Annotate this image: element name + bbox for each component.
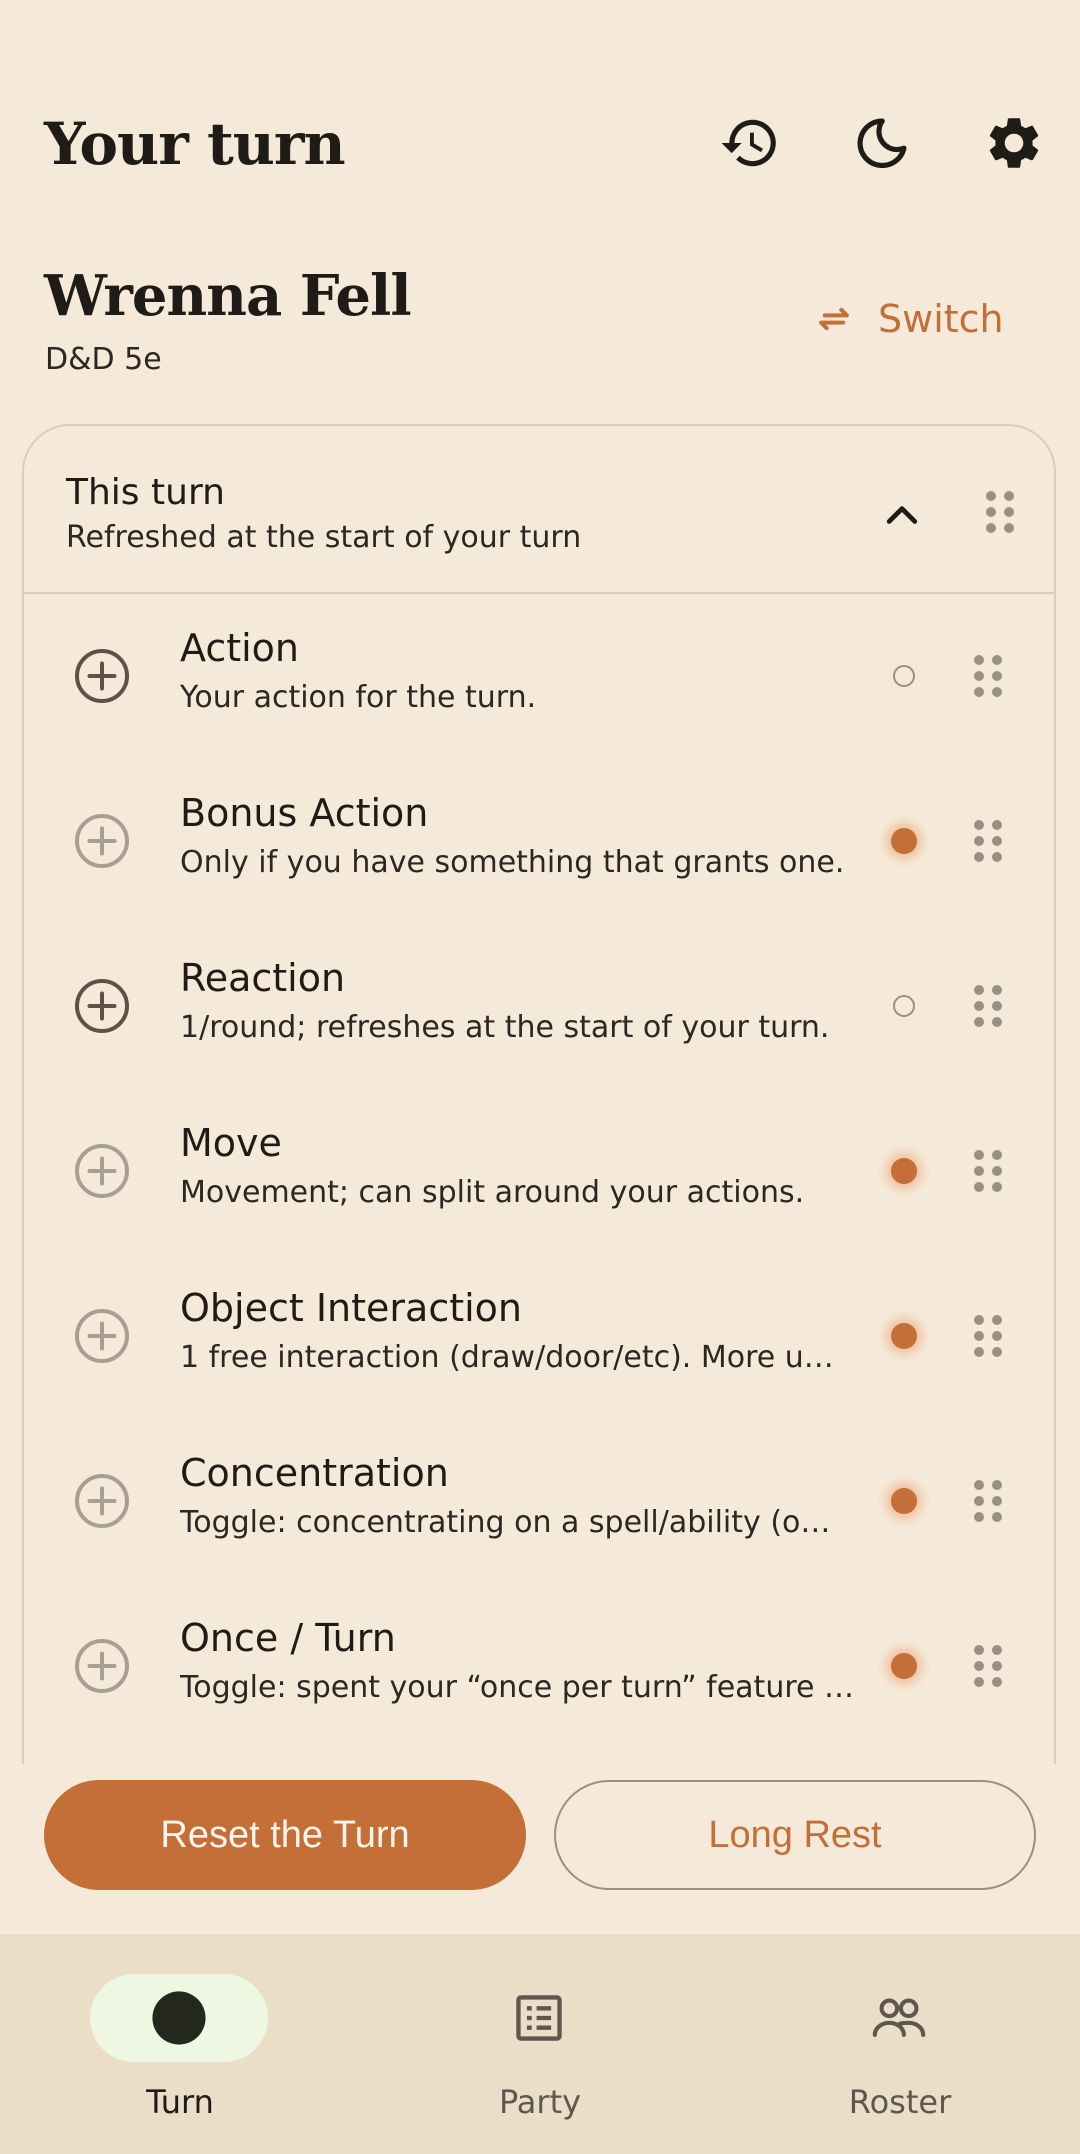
plus-circle-icon xyxy=(75,1474,129,1528)
item-description: Movement; can split around your actions. xyxy=(180,1175,805,1210)
add-button[interactable] xyxy=(72,1306,132,1366)
list-icon xyxy=(516,1995,562,2041)
switch-label: Switch xyxy=(878,297,1004,341)
section-title: This turn xyxy=(66,472,225,513)
plus-circle-icon xyxy=(75,1309,129,1363)
plus-circle-icon xyxy=(75,1144,129,1198)
item-name: Move xyxy=(180,1121,282,1165)
nav-label-turn: Turn xyxy=(146,2083,214,2121)
used-dot-icon xyxy=(891,1488,917,1514)
add-button[interactable] xyxy=(72,1636,132,1696)
item-name: Once / Turn xyxy=(180,1616,396,1660)
item-name: Object Interaction xyxy=(180,1286,522,1330)
plus-circle-icon xyxy=(75,1639,129,1693)
drag-handle-icon[interactable] xyxy=(986,490,1014,534)
nav-turn[interactable]: Turn xyxy=(30,1934,330,2154)
list-item[interactable]: Move Movement; can split around your acti… xyxy=(24,1089,1054,1254)
history-button[interactable] xyxy=(706,99,794,187)
used-dot-icon xyxy=(891,1158,917,1184)
list-item[interactable]: Object Interaction 1 free interaction (dr… xyxy=(24,1254,1054,1419)
nav-label-roster: Roster xyxy=(848,2083,952,2121)
section-header[interactable]: This turn Refreshed at the start of your… xyxy=(24,426,1054,594)
dark-mode-button[interactable] xyxy=(838,99,926,187)
list-item[interactable]: Concentration Toggle: concentrating on a … xyxy=(24,1419,1054,1584)
page-title: Your turn xyxy=(44,110,346,178)
drag-handle-icon[interactable] xyxy=(974,1149,1002,1193)
gear-icon xyxy=(989,118,1039,168)
nav-icon-wrap xyxy=(810,1974,988,2062)
drag-handle-icon[interactable] xyxy=(974,984,1002,1028)
nav-label-party: Party xyxy=(498,2083,582,2121)
drag-handle-icon[interactable] xyxy=(974,819,1002,863)
status-toggle[interactable] xyxy=(888,825,920,857)
character-name: Wrenna Fell xyxy=(44,263,412,329)
list-item[interactable]: Reaction 1/round; refreshes at the start … xyxy=(24,924,1054,1089)
status-toggle[interactable] xyxy=(888,990,920,1022)
turn-section-card: This turn Refreshed at the start of your… xyxy=(22,424,1056,1764)
collapse-button[interactable] xyxy=(876,490,928,542)
nav-roster[interactable]: Roster xyxy=(750,1934,1050,2154)
game-system: D&D 5e xyxy=(45,342,162,377)
item-description: 1 free interaction (draw/door/etc). More… xyxy=(180,1340,834,1375)
item-name: Concentration xyxy=(180,1451,449,1495)
used-dot-icon xyxy=(891,828,917,854)
add-button[interactable] xyxy=(72,1141,132,1201)
item-description: Toggle: concentrating on a spell/ability… xyxy=(180,1505,831,1540)
section-subtitle: Refreshed at the start of your turn xyxy=(66,520,582,555)
plus-circle-icon xyxy=(75,979,129,1033)
unused-dot-icon xyxy=(893,995,915,1017)
item-description: Your action for the turn. xyxy=(180,680,537,715)
drag-handle-icon[interactable] xyxy=(974,1479,1002,1523)
drag-handle-icon[interactable] xyxy=(974,1314,1002,1358)
list-item[interactable]: Once / Turn Toggle: spent your “once per … xyxy=(24,1584,1054,1749)
status-toggle[interactable] xyxy=(888,1650,920,1682)
item-name: Reaction xyxy=(180,956,346,1000)
status-toggle[interactable] xyxy=(888,1155,920,1187)
chevron-up-icon xyxy=(886,506,918,524)
list-item[interactable]: Bonus Action Only if you have something t… xyxy=(24,759,1054,924)
people-icon xyxy=(872,1998,926,2037)
drag-handle-icon[interactable] xyxy=(974,654,1002,698)
bottom-navigation: Turn Party Roster xyxy=(0,1934,1080,2154)
item-description: Only if you have something that grants o… xyxy=(180,845,845,880)
status-toggle[interactable] xyxy=(888,1485,920,1517)
item-name: Bonus Action xyxy=(180,791,429,835)
circle-icon xyxy=(152,1991,206,2045)
item-description: 1/round; refreshes at the start of your … xyxy=(180,1010,830,1045)
add-button[interactable] xyxy=(72,976,132,1036)
moon-icon xyxy=(857,118,907,169)
switch-character-button[interactable]: Switch xyxy=(812,286,1034,352)
nav-party[interactable]: Party xyxy=(390,1934,690,2154)
nav-active-indicator xyxy=(90,1974,268,2062)
add-button[interactable] xyxy=(72,811,132,871)
reset-turn-button[interactable]: Reset the Turn xyxy=(44,1780,526,1890)
add-button[interactable] xyxy=(72,646,132,706)
long-rest-button[interactable]: Long Rest xyxy=(554,1780,1036,1890)
item-name: Action xyxy=(180,626,300,670)
item-description: Toggle: spent your “once per turn” featu… xyxy=(180,1670,855,1705)
used-dot-icon xyxy=(891,1323,917,1349)
unused-dot-icon xyxy=(893,665,915,687)
history-icon xyxy=(721,119,776,167)
nav-icon-wrap xyxy=(450,1974,628,2062)
add-button[interactable] xyxy=(72,1471,132,1531)
list-item[interactable]: Action Your action for the turn. xyxy=(24,594,1054,759)
status-toggle[interactable] xyxy=(888,660,920,692)
swap-icon xyxy=(819,307,849,331)
drag-handle-icon[interactable] xyxy=(974,1644,1002,1688)
used-dot-icon xyxy=(891,1653,917,1679)
plus-circle-icon xyxy=(75,649,129,703)
settings-button[interactable] xyxy=(970,99,1058,187)
plus-circle-icon xyxy=(75,814,129,868)
status-toggle[interactable] xyxy=(888,1320,920,1352)
